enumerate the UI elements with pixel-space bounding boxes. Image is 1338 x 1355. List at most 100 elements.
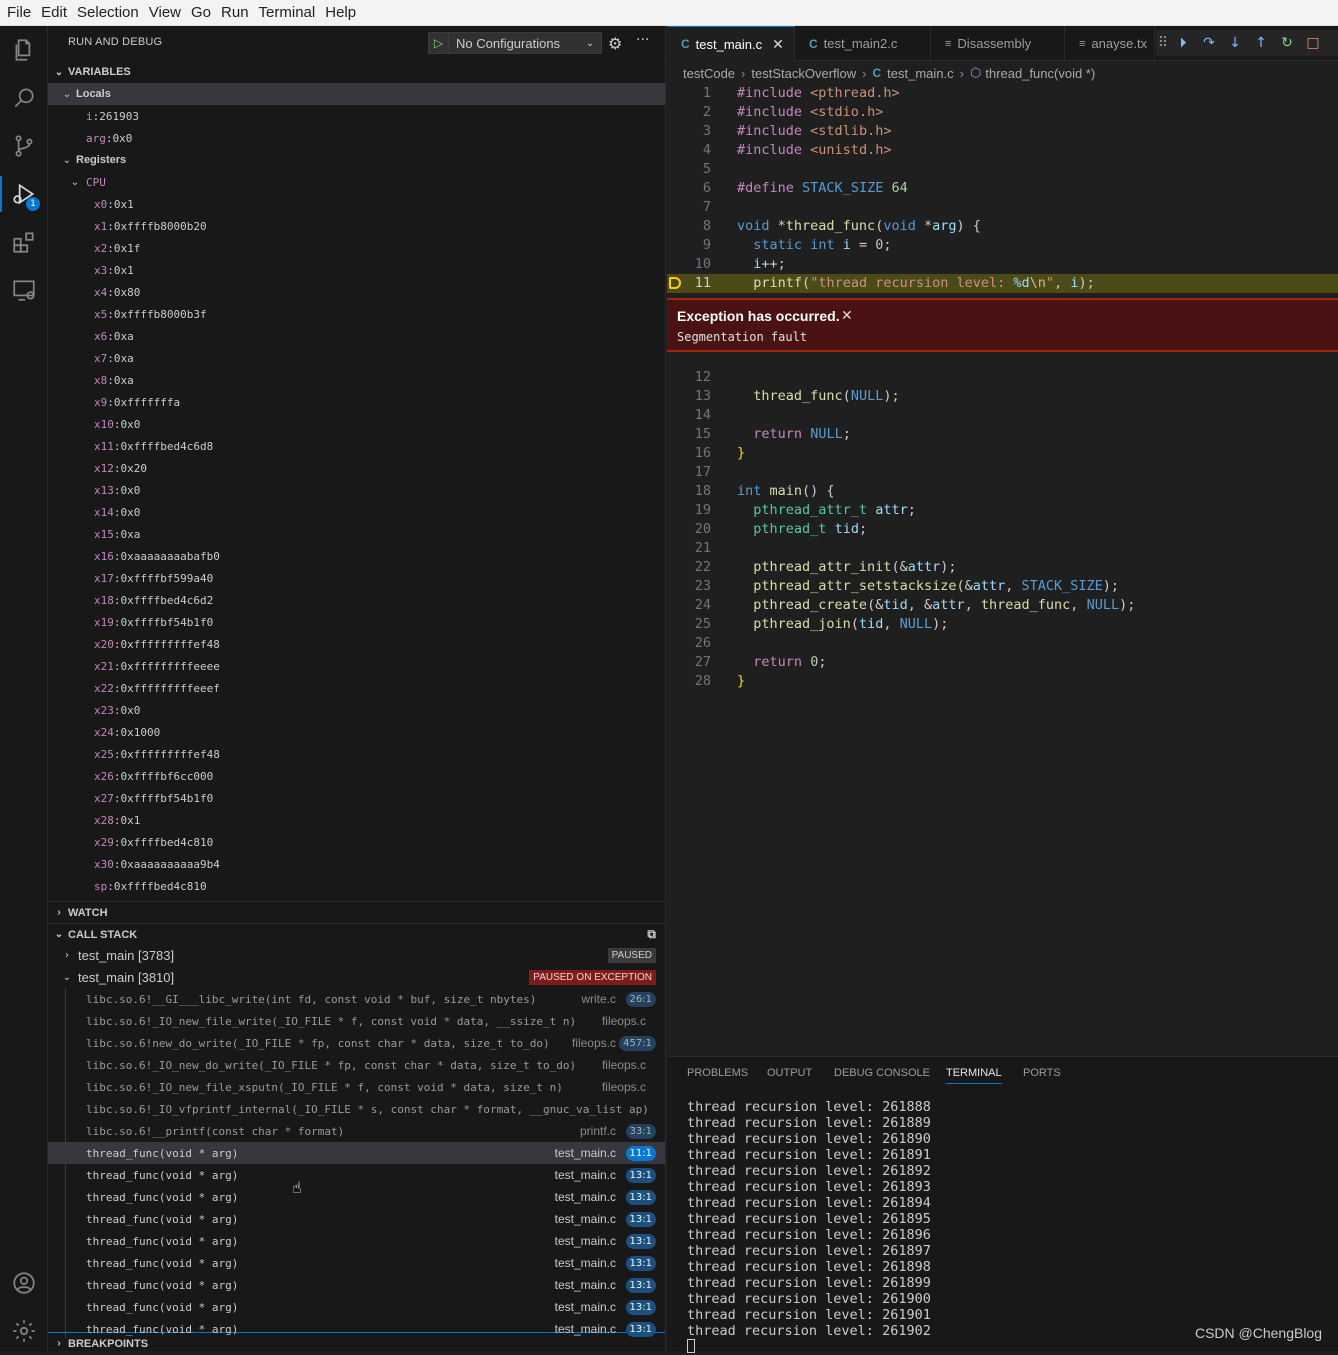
tab-output[interactable]: OUTPUT — [767, 1067, 812, 1079]
menu-item-go[interactable]: Go — [186, 0, 216, 26]
menu-item-file[interactable]: File — [2, 0, 36, 26]
menu-item-terminal[interactable]: Terminal — [254, 0, 321, 26]
tab-problems[interactable]: PROBLEMS — [687, 1067, 748, 1079]
register-row[interactable]: x18: 0xffffbed4c6d2 — [48, 589, 665, 611]
accounts-icon[interactable] — [0, 1259, 48, 1307]
stack-frame-row[interactable]: thread_func(void * arg) test_main.c 13:1 — [48, 1296, 665, 1318]
register-row[interactable]: x29: 0xffffbed4c810 — [48, 831, 665, 853]
register-row[interactable]: x24: 0x1000 — [48, 721, 665, 743]
debug-settings-icon[interactable]: ⚙ — [608, 34, 622, 53]
menu-item-run[interactable]: Run — [216, 0, 254, 26]
stack-frame-row[interactable]: libc.so.6!_IO_new_file_xsputn(_IO_FILE *… — [48, 1076, 665, 1098]
collapse-all-icon[interactable]: ⧉ — [647, 927, 656, 942]
register-row[interactable]: x15: 0xa — [48, 523, 665, 545]
stack-frame-row[interactable]: thread_func(void * arg) test_main.c 13:1 — [48, 1164, 665, 1186]
watch-section-header[interactable]: › WATCH — [48, 901, 665, 923]
register-row[interactable]: x17: 0xffffbf599a40 — [48, 567, 665, 589]
tab-test-main-c[interactable]: C test_main.c ✕ — [667, 26, 795, 61]
stack-frame-row[interactable]: thread_func(void * arg) test_main.c 11:1 — [48, 1142, 665, 1164]
run-debug-icon[interactable]: 1 — [0, 170, 48, 218]
register-row[interactable]: x2: 0x1f — [48, 237, 665, 259]
register-row[interactable]: x19: 0xffffbf54b1f0 — [48, 611, 665, 633]
remote-explorer-icon[interactable] — [0, 266, 48, 314]
stack-frame-row[interactable]: libc.so.6!_IO_vfprintf_internal(_IO_FILE… — [48, 1098, 665, 1120]
register-row[interactable]: x26: 0xffffbf6cc000 — [48, 765, 665, 787]
stack-frame-row[interactable]: thread_func(void * arg) test_main.c 13:1 — [48, 1230, 665, 1252]
debug-config-select[interactable]: ▷ No Configurations ⌄ — [428, 32, 602, 54]
stack-frame-row[interactable]: thread_func(void * arg) test_main.c 13:1 — [48, 1208, 665, 1230]
variable-row[interactable]: i: 261903 — [48, 105, 665, 127]
start-debug-icon[interactable]: ▷ — [429, 33, 449, 53]
register-row[interactable]: x12: 0x20 — [48, 457, 665, 479]
thread-row[interactable]: ⌄ test_main [3810] PAUSED ON EXCEPTION — [48, 966, 665, 988]
stack-frame-row[interactable]: thread_func(void * arg) test_main.c 13:1 — [48, 1274, 665, 1296]
stack-frame-row[interactable]: thread_func(void * arg) test_main.c 13:1 — [48, 1252, 665, 1274]
register-row[interactable]: x25: 0xfffffffffef48 — [48, 743, 665, 765]
source-control-icon[interactable] — [0, 122, 48, 170]
variable-row[interactable]: arg: 0x0 — [48, 127, 665, 149]
stack-frame-row[interactable]: libc.so.6!_IO_new_do_write(_IO_FILE * fp… — [48, 1054, 665, 1076]
register-row[interactable]: x16: 0xaaaaaaaabafb0 — [48, 545, 665, 567]
register-row[interactable]: x8: 0xa — [48, 369, 665, 391]
restart-icon[interactable]: ↻ — [1274, 35, 1300, 51]
breadcrumb-item[interactable]: thread_func(void *) — [985, 66, 1095, 81]
variables-section-header[interactable]: ⌄ VARIABLES — [48, 61, 665, 83]
locals-scope[interactable]: ⌄ Locals — [48, 83, 665, 105]
register-row[interactable]: x1: 0xffffb8000b20 — [48, 215, 665, 237]
code-editor[interactable]: 1 #include <pthread.h> 2 #include <stdio.h… — [667, 84, 1338, 1054]
register-row[interactable]: x5: 0xffffb8000b3f — [48, 303, 665, 325]
menu-item-help[interactable]: Help — [320, 0, 361, 26]
stop-icon[interactable]: □ — [1300, 35, 1326, 51]
breadcrumb-item[interactable]: test_main.c — [887, 66, 953, 81]
cpu-group[interactable]: ⌄ CPU — [48, 171, 665, 193]
stack-frame-row[interactable]: libc.so.6!new_do_write(_IO_FILE * fp, co… — [48, 1032, 665, 1054]
more-actions-icon[interactable]: ··· — [636, 32, 649, 48]
register-row[interactable]: x10: 0x0 — [48, 413, 665, 435]
tab-disassembly[interactable]: ≡ Disassembly — [931, 26, 1065, 61]
tab-test-main2-c[interactable]: C test_main2.c — [795, 26, 931, 61]
register-row[interactable]: x13: 0x0 — [48, 479, 665, 501]
tab-debug-console[interactable]: DEBUG CONSOLE — [834, 1067, 930, 1079]
register-row[interactable]: x27: 0xffffbf54b1f0 — [48, 787, 665, 809]
register-row[interactable]: x20: 0xfffffffffef48 — [48, 633, 665, 655]
menu-item-view[interactable]: View — [144, 0, 186, 26]
thread-row[interactable]: › test_main [3783] PAUSED — [48, 944, 665, 966]
breadcrumb-item[interactable]: testStackOverflow — [751, 66, 856, 81]
stack-frame-row[interactable]: libc.so.6!__printf(const char * format) p… — [48, 1120, 665, 1142]
search-icon[interactable] — [0, 74, 48, 122]
step-out-icon[interactable]: ↑ — [1248, 35, 1274, 51]
menu-item-selection[interactable]: Selection — [72, 0, 144, 26]
tab-anayse[interactable]: ≡ anayse.tx — [1065, 26, 1155, 61]
register-row[interactable]: x21: 0xfffffffffeeee — [48, 655, 665, 677]
register-row[interactable]: x14: 0x0 — [48, 501, 665, 523]
register-row[interactable]: x3: 0x1 — [48, 259, 665, 281]
registers-scope[interactable]: ⌄ Registers — [48, 149, 665, 171]
close-icon[interactable]: ✕ — [772, 36, 784, 53]
register-row[interactable]: x28: 0x1 — [48, 809, 665, 831]
register-row[interactable]: x9: 0xfffffffa — [48, 391, 665, 413]
stack-frame-row[interactable]: libc.so.6!__GI___libc_write(int fd, cons… — [48, 988, 665, 1010]
settings-gear-icon[interactable] — [0, 1307, 48, 1355]
register-row[interactable]: x7: 0xa — [48, 347, 665, 369]
register-row[interactable]: x23: 0x0 — [48, 699, 665, 721]
close-icon[interactable]: ✕ — [841, 308, 853, 324]
drag-handle-icon[interactable]: ⠿ — [1156, 35, 1170, 51]
stack-frame-row[interactable]: libc.so.6!_IO_new_file_write(_IO_FILE * … — [48, 1010, 665, 1032]
tab-ports[interactable]: PORTS — [1023, 1067, 1061, 1079]
stack-frame-row[interactable]: thread_func(void * arg) test_main.c 13:1 — [48, 1318, 665, 1340]
continue-icon[interactable]: ⏵ — [1170, 35, 1196, 51]
extensions-icon[interactable] — [0, 218, 48, 266]
register-row[interactable]: x30: 0xaaaaaaaaaa9b4 — [48, 853, 665, 875]
stack-frame-row[interactable]: thread_func(void * arg) test_main.c 13:1 — [48, 1186, 665, 1208]
register-row[interactable]: sp: 0xffffbed4c810 — [48, 875, 665, 897]
step-into-icon[interactable]: ↓ — [1222, 35, 1248, 51]
register-row[interactable]: x0: 0x1 — [48, 193, 665, 215]
breadcrumb-item[interactable]: testCode — [683, 66, 735, 81]
callstack-section-header[interactable]: ⌄ CALL STACK ⧉ — [48, 923, 665, 945]
register-row[interactable]: x6: 0xa — [48, 325, 665, 347]
menu-item-edit[interactable]: Edit — [36, 0, 72, 26]
register-row[interactable]: x4: 0x80 — [48, 281, 665, 303]
step-over-icon[interactable]: ↷ — [1196, 35, 1222, 51]
register-row[interactable]: x11: 0xffffbed4c6d8 — [48, 435, 665, 457]
tab-terminal[interactable]: TERMINAL — [946, 1067, 1002, 1084]
